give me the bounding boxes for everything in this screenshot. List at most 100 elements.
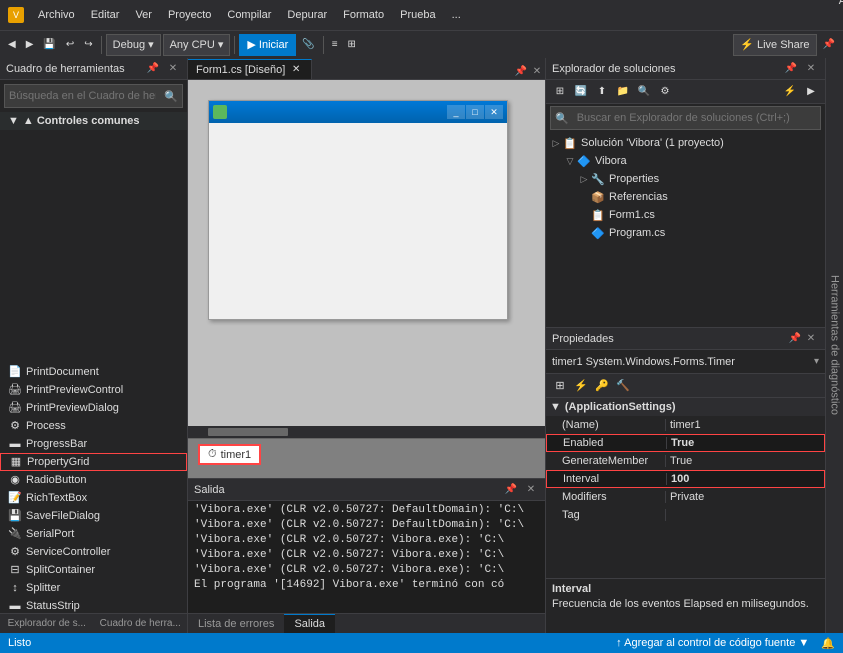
sol-tb-1[interactable]: ⊞ <box>550 82 570 102</box>
sol-tb-6[interactable]: ⚙ <box>655 82 675 102</box>
cpu-dropdown[interactable]: Any CPU ▾ <box>163 34 231 56</box>
menu-proyecto[interactable]: Proyecto <box>162 7 217 23</box>
debug-dropdown[interactable]: Debug ▾ <box>106 34 161 56</box>
tree-toggle-2[interactable]: ▷ <box>578 173 590 185</box>
sol-tb-4[interactable]: 📁 <box>613 82 633 102</box>
designer-pin-btn[interactable]: 📌 <box>513 63 529 79</box>
menu-compilar[interactable]: Compilar <box>221 7 277 23</box>
liveshare-button[interactable]: ⚡ Live Share <box>733 34 816 56</box>
tree-item-2[interactable]: ▷ 🔧 Properties <box>546 170 825 188</box>
props-row-interval[interactable]: Interval 100 <box>546 470 825 488</box>
props-tb-alphabetical[interactable]: ⚡ <box>571 376 591 396</box>
sol-tb-3[interactable]: ⬆ <box>592 82 612 102</box>
props-tb-categorized[interactable]: ⊞ <box>550 376 570 396</box>
props-row-modifiers[interactable]: Modifiers Private <box>546 488 825 506</box>
toolbox-item-splitcontainer[interactable]: ⊟ SplitContainer <box>0 561 187 579</box>
h-scrollbar-thumb[interactable] <box>208 428 288 436</box>
form-max-btn[interactable]: □ <box>466 105 484 119</box>
notification-bell[interactable]: 🔔 <box>821 637 835 650</box>
item-icon: 🔌 <box>8 527 22 541</box>
toolbox-item-statusstrip[interactable]: ▬ StatusStrip <box>0 597 187 614</box>
item-label: RichTextBox <box>26 492 87 504</box>
form-close-btn[interactable]: ✕ <box>485 105 503 119</box>
tab-output[interactable]: Salida <box>284 614 335 633</box>
sol-tb-2[interactable]: 🔄 <box>571 82 591 102</box>
toolbar-extra1[interactable]: ≡ <box>328 34 342 56</box>
toolbox-item-servicecontroller[interactable]: ⚙ ServiceController <box>0 543 187 561</box>
sol-close-btn[interactable]: ✕ <box>803 61 819 77</box>
properties-panel: Propiedades 📌 ✕ timer1 System.Windows.Fo… <box>546 328 825 633</box>
toolbar-back[interactable]: ◀ <box>4 34 20 56</box>
toolbar-fwd[interactable]: ▶ <box>22 34 38 56</box>
menu-ver[interactable]: Ver <box>129 7 158 23</box>
props-category-application[interactable]: ▼ (ApplicationSettings) <box>546 398 825 416</box>
toolbar-extra2[interactable]: ⊞ <box>344 34 360 56</box>
h-scrollbar[interactable] <box>188 426 545 438</box>
props-row--name-[interactable]: (Name) timer1 <box>546 416 825 434</box>
toolbox-item-serialport[interactable]: 🔌 SerialPort <box>0 525 187 543</box>
start-button[interactable]: ▶ Iniciar <box>239 34 296 56</box>
tree-item-4[interactable]: 📋 Form1.cs <box>546 206 825 224</box>
toolbox-item-savefiledialog[interactable]: 💾 SaveFileDialog <box>0 507 187 525</box>
tree-item-1[interactable]: ▽ 🔷 Vibora <box>546 152 825 170</box>
toolbar-undo[interactable]: ↩ <box>62 34 78 56</box>
toolbox-item-process[interactable]: ⚙ Process <box>0 417 187 435</box>
props-close-btn[interactable]: ✕ <box>803 331 819 347</box>
tab-error-list[interactable]: Lista de errores <box>188 614 284 633</box>
solution-search-input[interactable] <box>573 112 820 124</box>
sol-tb-5[interactable]: 🔍 <box>634 82 654 102</box>
designer-area[interactable]: _ □ ✕ <box>188 80 545 438</box>
props-row-tag[interactable]: Tag <box>546 506 825 524</box>
menu-more[interactable]: ... <box>446 7 467 23</box>
toolbox-item-progressbar[interactable]: ▬ ProgressBar <box>0 435 187 453</box>
props-pin-btn[interactable]: 📌 <box>787 331 803 347</box>
doc-tab-form1[interactable]: Form1.cs [Diseño] ✕ <box>188 59 312 79</box>
tree-item-3[interactable]: 📦 Referencias <box>546 188 825 206</box>
toolbar-attach[interactable]: 📎 <box>298 34 318 56</box>
toolbox-item-radiobutton[interactable]: ◉ RadioButton <box>0 471 187 489</box>
toolbox-item-propertygrid[interactable]: ▦ PropertyGrid <box>0 453 187 471</box>
tree-item-0[interactable]: ▷ 📋 Solución 'Vibora' (1 proyecto) <box>546 134 825 152</box>
props-object-selector[interactable]: timer1 System.Windows.Forms.Timer ▾ <box>546 350 825 374</box>
sol-tb-7[interactable]: ⚡ <box>780 82 800 102</box>
toolbox-pin-btn[interactable]: 📌 <box>145 61 161 77</box>
menu-prueba[interactable]: Prueba <box>394 7 441 23</box>
designer-form[interactable]: _ □ ✕ <box>208 100 508 320</box>
menu-analizar[interactable]: Analizar <box>833 0 843 9</box>
designer-close-btn[interactable]: ✕ <box>529 63 545 79</box>
toolbox-item-printdocument[interactable]: 📄 PrintDocument <box>0 363 187 381</box>
toolbar-save[interactable]: 💾 <box>39 34 59 56</box>
menu-depurar[interactable]: Depurar <box>281 7 333 23</box>
props-dropdown-icon[interactable]: ▾ <box>814 356 819 367</box>
tree-item-5[interactable]: 🔷 Program.cs <box>546 224 825 242</box>
tree-toggle-0[interactable]: ▷ <box>550 137 562 149</box>
tab-solution-explorer[interactable]: Explorador de s... <box>0 614 94 633</box>
toolbox-item-richtextbox[interactable]: 📝 RichTextBox <box>0 489 187 507</box>
tree-toggle-1[interactable]: ▽ <box>564 155 576 167</box>
menu-editar[interactable]: Editar <box>85 7 126 23</box>
menu-formato[interactable]: Formato <box>337 7 390 23</box>
output-pin-btn[interactable]: 📌 <box>503 482 519 498</box>
props-tb-properties[interactable]: 🔑 <box>592 376 612 396</box>
tab-toolbox[interactable]: Cuadro de herra... <box>94 614 188 633</box>
source-control-btn[interactable]: ↑ Agregar al control de código fuente ▼ <box>616 637 809 649</box>
toolbox-section-common[interactable]: ▼ ▲ Controles comunes <box>0 112 187 130</box>
props-row-generatemember[interactable]: GenerateMember True <box>546 452 825 470</box>
toolbox-item-printpreviewdialog[interactable]: 🖨 PrintPreviewDialog <box>0 399 187 417</box>
menu-archivo[interactable]: Archivo <box>32 7 81 23</box>
toolbox-close-btn[interactable]: ✕ <box>165 61 181 77</box>
form-min-btn[interactable]: _ <box>447 105 465 119</box>
timer-component[interactable]: ⏱ timer1 <box>198 444 261 465</box>
doc-tab-close-btn[interactable]: ✕ <box>289 63 303 77</box>
toolbar-redo[interactable]: ↪ <box>80 34 96 56</box>
toolbox-item-splitter[interactable]: ↕ Splitter <box>0 579 187 597</box>
toolbox-search-input[interactable] <box>5 90 160 102</box>
sol-tb-8[interactable]: ▶ <box>801 82 821 102</box>
props-row-enabled[interactable]: Enabled True <box>546 434 825 452</box>
output-close-btn[interactable]: ✕ <box>523 482 539 498</box>
sol-pin-btn[interactable]: 📌 <box>783 61 799 77</box>
props-tb-events[interactable]: 🔨 <box>613 376 633 396</box>
toolbox-item-printpreviewcontrol[interactable]: 🖨 PrintPreviewControl <box>0 381 187 399</box>
diagnostics-sidebar[interactable]: Herramientas de diagnóstico <box>825 58 843 633</box>
toolbar-pin[interactable]: 📌 <box>819 34 839 56</box>
